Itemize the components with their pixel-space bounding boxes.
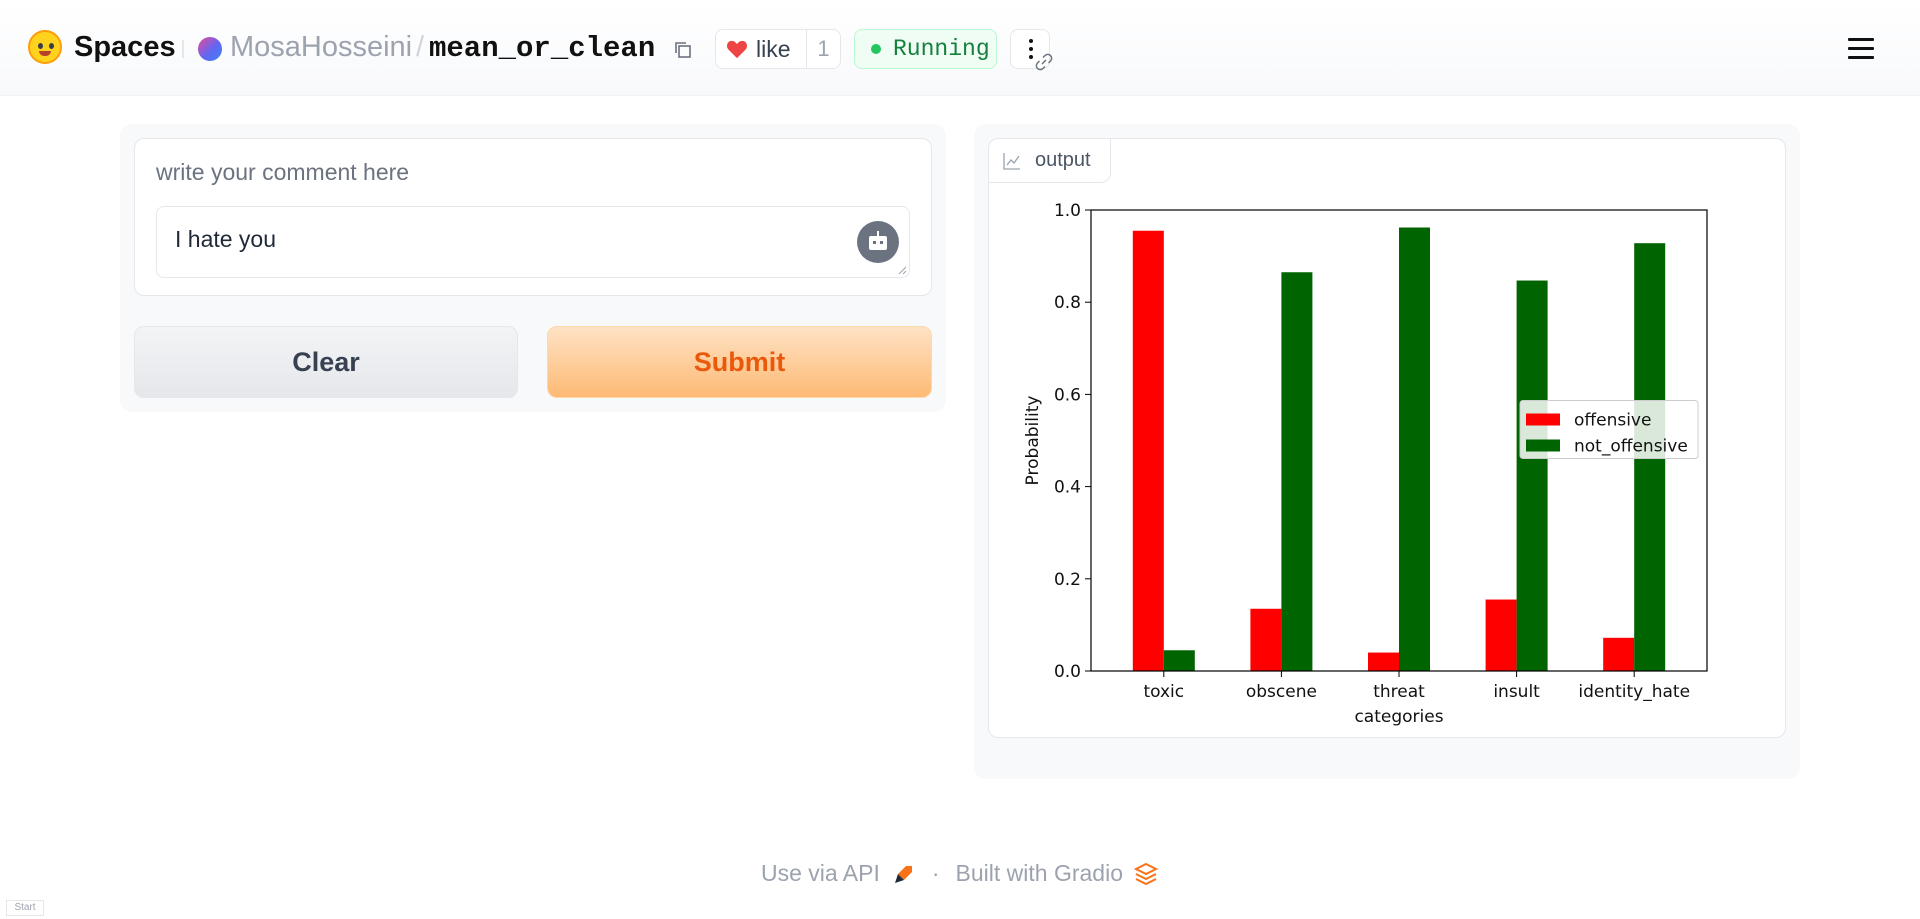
legend-label-not_offensive: not_offensive <box>1574 437 1688 457</box>
legend-label-offensive: offensive <box>1574 411 1651 431</box>
input-panel: write your comment here I hate you Clear… <box>120 124 946 412</box>
path-separator: / <box>416 31 425 63</box>
x-tick-label: insult <box>1493 682 1540 702</box>
more-vertical-icon <box>1029 39 1033 43</box>
like-button[interactable]: like 1 <box>715 29 841 69</box>
legend-swatch-not_offensive <box>1526 439 1560 452</box>
status-label: Running <box>893 36 990 62</box>
bot-icon[interactable] <box>857 221 899 263</box>
status-badge[interactable]: Running <box>854 29 997 69</box>
bar-not_offensive-insult <box>1516 280 1548 671</box>
comment-value[interactable]: I hate you <box>175 226 276 253</box>
bar-offensive-insult <box>1485 599 1517 671</box>
y-tick-label: 0.6 <box>1054 385 1081 405</box>
space-name-link[interactable]: mean_or_clean <box>429 32 655 65</box>
output-label: output <box>1035 149 1091 171</box>
bar-offensive-toxic <box>1132 230 1164 671</box>
like-count[interactable]: 1 <box>807 36 840 62</box>
x-axis-label: categories <box>1354 707 1443 727</box>
bar-offensive-obscene <box>1250 608 1282 671</box>
chart-icon <box>1003 152 1020 170</box>
bar-not_offensive-threat <box>1399 227 1430 671</box>
x-tick-label: toxic <box>1143 682 1184 702</box>
top-bar: Spaces MosaHosseini / mean_or_clean like… <box>0 0 1920 96</box>
x-tick-label: identity_hate <box>1578 682 1690 702</box>
copy-icon[interactable] <box>673 40 693 60</box>
rocket-icon <box>894 865 912 883</box>
owner-link[interactable]: MosaHosseini <box>230 31 412 64</box>
link-icon[interactable] <box>1034 52 1054 72</box>
status-dot-icon <box>871 44 881 54</box>
start-tag: Start <box>6 900 44 916</box>
output-panel: output 0.0 0.2 0.4 0.6 0.8 1.0 toxic obscene thr… <box>974 124 1800 779</box>
y-tick-label: 1.0 <box>1054 201 1081 221</box>
spaces-home-link[interactable]: Spaces <box>28 30 176 64</box>
clear-button[interactable]: Clear <box>134 326 518 398</box>
comment-textbox: write your comment here I hate you <box>134 138 932 296</box>
heart-icon <box>727 40 747 59</box>
like-label: like <box>756 35 791 62</box>
output-label-tab: output <box>989 139 1111 183</box>
output-plot: output 0.0 0.2 0.4 0.6 0.8 1.0 toxic obscene thr… <box>988 138 1786 738</box>
hamburger-menu-icon[interactable] <box>1848 38 1874 60</box>
header-divider <box>182 40 184 58</box>
huggingface-logo-icon <box>28 30 62 64</box>
y-tick-label: 0.8 <box>1054 293 1081 313</box>
comment-input[interactable]: I hate you <box>156 206 910 278</box>
probability-bar-chart: 0.0 0.2 0.4 0.6 0.8 1.0 toxic obscene threat insu… <box>1023 201 1708 727</box>
resize-handle-icon[interactable] <box>897 265 907 275</box>
bar-not_offensive-toxic <box>1163 650 1195 671</box>
x-tick-label: obscene <box>1246 682 1317 702</box>
submit-button[interactable]: Submit <box>547 326 932 398</box>
bar-offensive-identity_hate <box>1603 637 1635 671</box>
brand-title: Spaces <box>74 30 176 63</box>
bar-offensive-threat <box>1368 652 1399 671</box>
y-axis-label: Probability <box>1023 396 1043 486</box>
comment-label: write your comment here <box>156 159 410 185</box>
use-via-api-link[interactable]: Use via API <box>761 860 880 887</box>
footer-separator: · <box>931 860 940 886</box>
legend-swatch-offensive <box>1526 413 1560 426</box>
y-tick-label: 0.2 <box>1054 570 1081 590</box>
footer: Use via API · Built with Gradio <box>0 860 1920 887</box>
y-tick-label: 0.4 <box>1054 478 1081 498</box>
y-tick-label: 0.0 <box>1054 662 1081 682</box>
x-tick-label: threat <box>1373 682 1425 702</box>
bar-not_offensive-obscene <box>1281 272 1313 671</box>
owner-avatar[interactable] <box>198 37 222 61</box>
built-with-gradio-link[interactable]: Built with Gradio <box>956 860 1123 887</box>
gradio-logo-icon <box>1133 862 1159 885</box>
